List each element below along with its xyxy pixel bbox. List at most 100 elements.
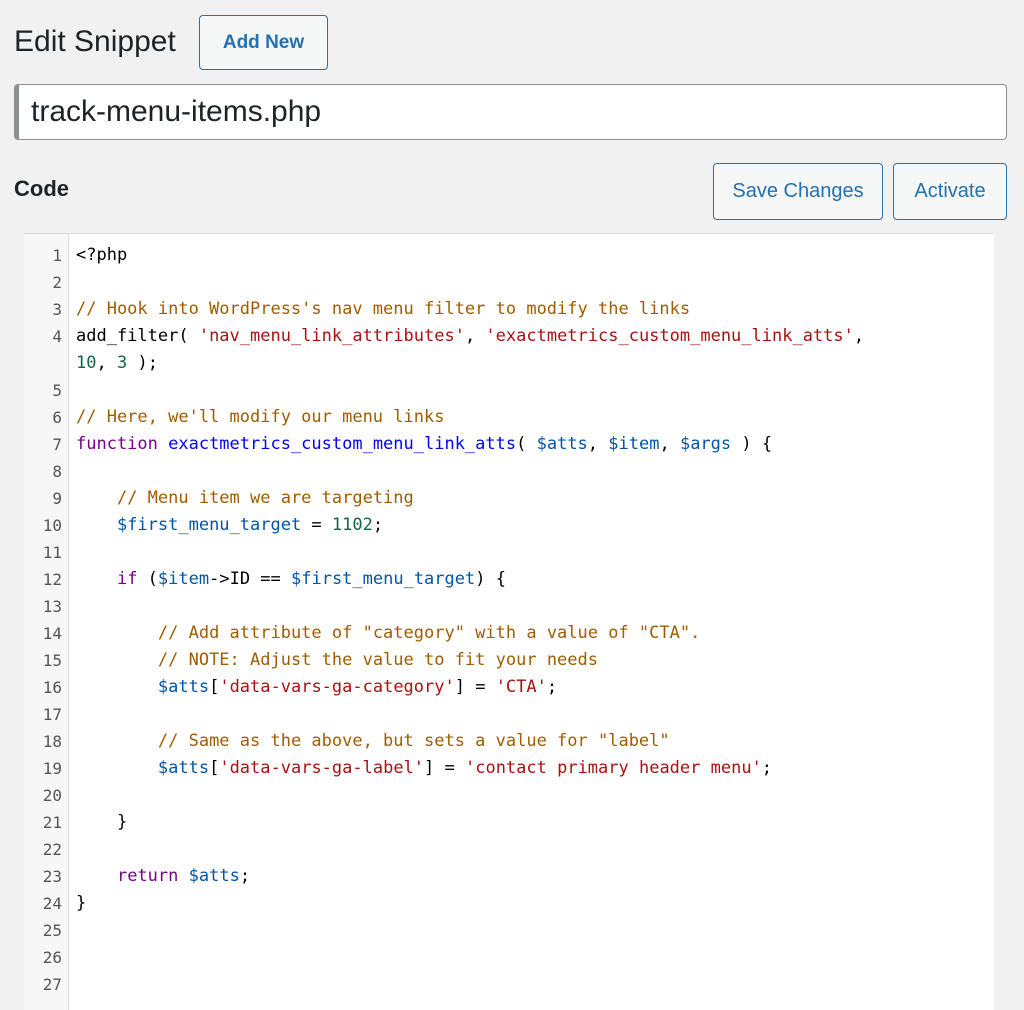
code-token: $item xyxy=(157,569,210,589)
code-token: , xyxy=(464,326,486,346)
code-token: [ xyxy=(209,758,220,778)
code-line: 12 if ($item->ID == $first_menu_target) … xyxy=(24,566,994,593)
code-line: 24} xyxy=(24,890,994,917)
code-line: 9 // Menu item we are targeting xyxy=(24,485,994,512)
code-token: $first_menu_target xyxy=(291,569,476,589)
line-number: 2 xyxy=(52,273,62,292)
code-token: ] = xyxy=(454,677,496,697)
code-token: function xyxy=(76,434,169,454)
line-number: 17 xyxy=(42,705,62,724)
code-token: 'contact primary header menu' xyxy=(464,758,762,778)
code-token: ; xyxy=(372,515,384,535)
code-line: 16 $atts['data-vars-ga-category'] = 'CTA… xyxy=(24,674,994,701)
line-number: 20 xyxy=(42,786,62,805)
code-token: ) { xyxy=(731,434,773,454)
code-line: 10, 3 ); xyxy=(24,350,994,377)
save-changes-button[interactable]: Save Changes xyxy=(713,163,883,220)
line-number: 11 xyxy=(42,543,62,562)
code-editor[interactable]: 1 <?php 2 3 // Hook into WordPress's nav men… xyxy=(24,233,994,1010)
code-token: ] = xyxy=(424,758,465,778)
code-line: 27 xyxy=(24,971,994,998)
code-token: // Same as the above, but sets a value f… xyxy=(157,731,670,751)
code-token: 'data-vars-ga-category' xyxy=(219,677,455,697)
code-line: 6 // Here, we'll modify our menu links xyxy=(24,404,994,431)
code-token: 'CTA' xyxy=(495,677,547,697)
line-number: 9 xyxy=(52,489,62,508)
code-token: $item xyxy=(608,434,660,454)
code-token: , xyxy=(853,326,865,346)
code-token: ; xyxy=(239,866,251,886)
code-token: <?php xyxy=(76,245,128,265)
code-line: 3 // Hook into WordPress's nav menu filte… xyxy=(24,296,994,323)
code-token: , xyxy=(96,353,117,373)
code-token: // Menu item we are targeting xyxy=(116,488,414,508)
code-line: 17 xyxy=(24,701,994,728)
code-token: } xyxy=(76,893,87,913)
code-line: 4 add_filter( 'nav_menu_link_attributes',… xyxy=(24,323,994,350)
code-text: $atts['data-vars-ga-category'] = 'CTA'; xyxy=(68,674,557,701)
code-token: add_filter( xyxy=(76,326,199,346)
code-token: 'data-vars-ga-label' xyxy=(219,758,425,778)
line-number: 4 xyxy=(52,327,62,346)
code-line: 15 // NOTE: Adjust the value to fit your… xyxy=(24,647,994,674)
activate-button[interactable]: Activate xyxy=(893,163,1007,220)
code-text: // Here, we'll modify our menu links xyxy=(68,404,444,431)
code-text: <?php xyxy=(68,242,127,269)
code-token: ; xyxy=(761,758,773,778)
line-number: 14 xyxy=(42,624,62,643)
code-token: 'exactmetrics_custom_menu_link_atts' xyxy=(485,326,854,346)
line-number: 25 xyxy=(42,921,62,940)
code-token: // Add attribute of "category" with a va… xyxy=(157,623,701,643)
code-line: 18 // Same as the above, but sets a valu… xyxy=(24,728,994,755)
code-line: 8 xyxy=(24,458,994,485)
code-text: return $atts; xyxy=(68,863,250,890)
code-line: 23 return $atts; xyxy=(24,863,994,890)
code-text: $first_menu_target = 1102; xyxy=(68,512,383,539)
code-line: 13 xyxy=(24,593,994,620)
line-number: 22 xyxy=(42,840,62,859)
code-token: 3 xyxy=(116,353,128,373)
code-token: exactmetrics_custom_menu_link_atts xyxy=(168,434,517,454)
line-number: 7 xyxy=(52,435,62,454)
code-token: = xyxy=(301,515,332,535)
code-line: 14 // Add attribute of "category" with a… xyxy=(24,620,994,647)
snippet-title-input[interactable]: track-menu-items.php xyxy=(14,84,1007,140)
code-line: 19 $atts['data-vars-ga-label'] = 'contac… xyxy=(24,755,994,782)
line-number: 24 xyxy=(42,894,62,913)
code-line: 22 xyxy=(24,836,994,863)
code-token: } xyxy=(76,812,128,832)
code-line: 2 xyxy=(24,269,994,296)
line-number: 10 xyxy=(42,516,62,535)
code-line: 1 <?php xyxy=(24,242,994,269)
line-number: 1 xyxy=(52,246,62,265)
code-token: , xyxy=(587,434,609,454)
code-token: $atts xyxy=(536,434,588,454)
line-number: 26 xyxy=(42,948,62,967)
code-token: // Here, we'll modify our menu links xyxy=(76,407,445,427)
code-token: $atts xyxy=(157,758,210,778)
code-text: } xyxy=(68,890,86,917)
code-text: } xyxy=(68,809,127,836)
code-token: ( xyxy=(137,569,158,589)
code-token: return xyxy=(116,866,179,886)
code-text: // Hook into WordPress's nav menu filter… xyxy=(68,296,690,323)
add-new-button[interactable]: Add New xyxy=(199,15,328,70)
code-line: 7 function exactmetrics_custom_menu_link_… xyxy=(24,431,994,458)
code-token: , xyxy=(659,434,680,454)
code-token: ( xyxy=(516,434,537,454)
code-text: if ($item->ID == $first_menu_target) { xyxy=(68,566,506,593)
code-text: $atts['data-vars-ga-label'] = 'contact p… xyxy=(68,755,772,782)
line-number: 3 xyxy=(52,300,62,319)
